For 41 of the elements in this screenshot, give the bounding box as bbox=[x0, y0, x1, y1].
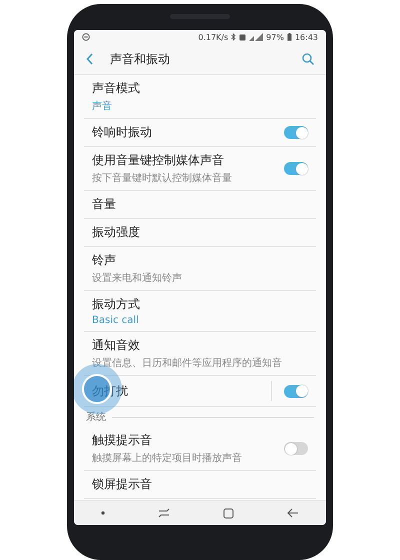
nfc-icon bbox=[239, 34, 246, 40]
item-title: 振动方式 bbox=[92, 296, 141, 313]
settings-item[interactable]: 振动强度 bbox=[84, 219, 316, 246]
settings-item[interactable]: 振动方式 Basic call bbox=[84, 291, 316, 331]
bluetooth-icon bbox=[231, 33, 236, 41]
search-button[interactable] bbox=[300, 51, 316, 67]
toggle-switch[interactable] bbox=[284, 442, 308, 455]
battery-icon bbox=[286, 33, 292, 41]
clock: 16:43 bbox=[294, 32, 318, 42]
screen-title: 声音和振动 bbox=[110, 50, 171, 68]
do-not-disturb-icon bbox=[82, 33, 90, 41]
item-title: 锁屏提示音 bbox=[92, 476, 153, 493]
toggle-switch[interactable] bbox=[284, 162, 308, 175]
toggle-switch[interactable] bbox=[284, 126, 308, 139]
item-title: 铃响时振动 bbox=[92, 124, 153, 141]
settings-item[interactable]: 使用音量键控制媒体声音 按下音量键时默认控制媒体音量 bbox=[84, 147, 316, 190]
settings-item[interactable]: 音量 bbox=[84, 191, 316, 218]
item-description: 触摸屏幕上的特定项目时播放声音 bbox=[92, 452, 243, 465]
network-speed: 0.17K/s bbox=[198, 32, 228, 42]
item-value: 声音 bbox=[92, 100, 113, 113]
settings-item[interactable]: 锁屏提示音 bbox=[84, 471, 316, 498]
item-title: 振动强度 bbox=[92, 224, 141, 241]
item-title: 通知音效 bbox=[92, 337, 141, 354]
item-title: 使用音量键控制媒体声音 bbox=[92, 152, 225, 169]
settings-item[interactable]: 铃响时振动 bbox=[84, 119, 316, 146]
item-description: 按下音量键时默认控制媒体音量 bbox=[92, 172, 233, 185]
home-button[interactable] bbox=[221, 506, 236, 520]
settings-item[interactable]: 声音模式 声音 bbox=[84, 75, 316, 118]
toggle-switch[interactable] bbox=[284, 384, 308, 398]
item-title: 声音模式 bbox=[92, 80, 141, 97]
dot-button[interactable] bbox=[98, 509, 107, 517]
item-title: 触摸提示音 bbox=[92, 432, 153, 449]
item-title: 铃声 bbox=[92, 252, 117, 269]
item-description: 设置来电和通知铃声 bbox=[92, 272, 183, 285]
signal-icon bbox=[249, 33, 264, 41]
item-value: Basic call bbox=[92, 315, 140, 326]
battery-level: 97% bbox=[266, 32, 284, 42]
settings-item[interactable]: 触摸提示音 触摸屏幕上的特定项目时播放声音 bbox=[84, 427, 316, 470]
item-title: 音量 bbox=[92, 196, 117, 213]
section-header: 系统 bbox=[86, 410, 106, 424]
settings-item[interactable]: 铃声 设置来电和通知铃声 bbox=[84, 247, 316, 290]
